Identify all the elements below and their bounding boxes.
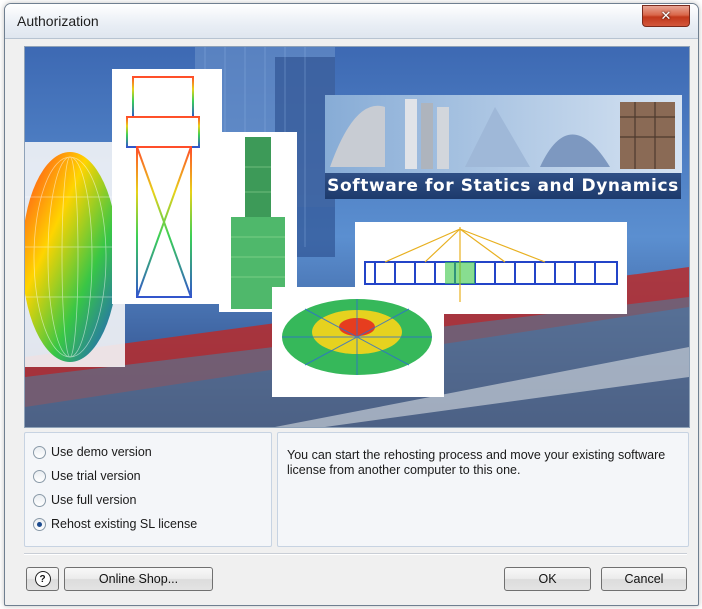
footer-divider	[24, 553, 687, 555]
dialog-title: Authorization	[17, 13, 99, 29]
authorization-dialog: Authorization ✕ Software for Statics and…	[4, 3, 699, 606]
ok-button[interactable]: OK	[504, 567, 591, 591]
option-demo-label[interactable]: Use demo version	[51, 445, 152, 459]
help-button[interactable]: ?	[26, 567, 59, 591]
option-demo[interactable]: Use demo version	[33, 443, 152, 461]
license-options-panel: Use demo version Use trial version Use f…	[24, 432, 272, 547]
option-rehost-label[interactable]: Rehost existing SL license	[51, 517, 197, 531]
close-button[interactable]: ✕	[642, 5, 690, 27]
help-icon: ?	[34, 571, 51, 587]
banner-artwork	[25, 47, 689, 427]
option-trial[interactable]: Use trial version	[33, 467, 141, 485]
product-banner-image: Software for Statics and Dynamics	[24, 46, 690, 428]
cancel-button[interactable]: Cancel	[601, 567, 687, 591]
title-bar: Authorization ✕	[5, 4, 698, 39]
radio-rehost[interactable]	[33, 517, 46, 531]
close-icon: ✕	[660, 8, 672, 23]
description-panel: You can start the rehosting process and …	[277, 432, 689, 547]
description-text: You can start the rehosting process and …	[287, 448, 666, 477]
radio-full[interactable]	[33, 493, 46, 507]
banner-caption: Software for Statics and Dynamics	[325, 173, 681, 199]
option-full-label[interactable]: Use full version	[51, 493, 136, 507]
option-full[interactable]: Use full version	[33, 491, 136, 509]
online-shop-button[interactable]: Online Shop...	[64, 567, 213, 591]
option-trial-label[interactable]: Use trial version	[51, 469, 141, 483]
option-rehost[interactable]: Rehost existing SL license	[33, 515, 197, 533]
radio-demo[interactable]	[33, 445, 46, 459]
radio-trial[interactable]	[33, 469, 46, 483]
